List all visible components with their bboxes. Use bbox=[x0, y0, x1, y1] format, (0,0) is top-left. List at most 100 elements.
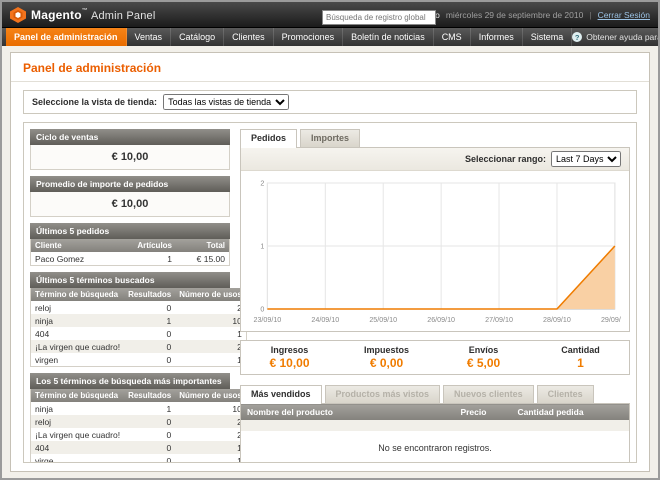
svg-text:26/09/10: 26/09/10 bbox=[427, 317, 455, 324]
nav-item[interactable]: Informes bbox=[471, 28, 523, 46]
table-row: reloj02 bbox=[31, 301, 247, 314]
average-orders-title: Promedio de importe de pedidos bbox=[30, 176, 230, 192]
chart-tabs: PedidosImportes bbox=[240, 129, 630, 147]
nav-item[interactable]: CMS bbox=[434, 28, 471, 46]
products-table: Nombre del productoPrecioCantidad pedida… bbox=[240, 403, 630, 463]
nav-items: Panel de administraciónVentasCatálogoCli… bbox=[6, 28, 572, 46]
grid-tabs: Más vendidosProductos más vistosNuevos c… bbox=[240, 385, 630, 403]
table-row: ¡La virgen que cuadro!02 bbox=[31, 340, 247, 353]
column-header: Precio bbox=[454, 404, 511, 421]
global-search-input[interactable] bbox=[322, 10, 436, 25]
stat-value: 1 bbox=[532, 356, 629, 370]
total-stat: Ingresos€ 10,00 bbox=[241, 345, 338, 370]
stat-label: Envíos bbox=[435, 345, 532, 355]
table-row: reloj02 bbox=[31, 415, 247, 428]
table-row: ¡La virgen que cuadro!02 bbox=[31, 428, 247, 441]
store-switcher: Seleccione la vista de tienda: Todas las… bbox=[23, 90, 637, 114]
header-bar: Magento™Admin Panel Accedió como aparo m… bbox=[2, 2, 658, 28]
stat-label: Impuestos bbox=[338, 345, 435, 355]
table-row: virge01 bbox=[31, 454, 247, 463]
svg-text:29/09/10: 29/09/10 bbox=[601, 317, 621, 324]
table-row: Paco Gomez1€ 15.00 bbox=[31, 252, 230, 266]
tab[interactable]: Pedidos bbox=[240, 129, 297, 148]
range-selector-row: Seleccionar rango: Last 7 Days bbox=[241, 148, 629, 171]
divider bbox=[11, 81, 649, 82]
store-view-select[interactable]: Todas las vistas de tienda bbox=[163, 94, 289, 110]
table-row: ninja110 bbox=[31, 314, 247, 327]
lifetime-sales-box: Ciclo de ventas € 10,00 bbox=[30, 129, 230, 170]
column-header: Nombre del producto bbox=[241, 404, 455, 421]
svg-text:23/09/10: 23/09/10 bbox=[253, 317, 281, 324]
stat-value: € 10,00 bbox=[241, 356, 338, 370]
total-stat: Impuestos€ 0,00 bbox=[338, 345, 435, 370]
column-header: Artículos bbox=[114, 239, 176, 252]
chart-panel: Seleccionar rango: Last 7 Days 01223/09/… bbox=[240, 147, 630, 332]
help-link[interactable]: ? Obtener ayuda para esta página bbox=[572, 28, 660, 46]
last-orders-title: Últimos 5 pedidos bbox=[30, 223, 230, 239]
column-header: Resultados bbox=[124, 389, 175, 402]
column-header: Término de búsqueda bbox=[31, 288, 125, 301]
total-stat: Envíos€ 5,00 bbox=[435, 345, 532, 370]
nav-item[interactable]: Catálogo bbox=[171, 28, 224, 46]
totals-bar: Ingresos€ 10,00Impuestos€ 0,00Envíos€ 5,… bbox=[240, 340, 630, 375]
magento-logo[interactable]: Magento™Admin Panel bbox=[10, 7, 156, 23]
column-header: Resultados bbox=[124, 288, 175, 301]
orders-chart: 01223/09/1024/09/1025/09/1026/09/1027/09… bbox=[249, 177, 621, 327]
column-header: Número de usos bbox=[175, 389, 246, 402]
logo-subtitle: Admin Panel bbox=[91, 10, 156, 22]
tab[interactable]: Productos más vistos bbox=[325, 385, 441, 403]
help-label: Obtener ayuda para esta página bbox=[586, 32, 660, 42]
dashboard-right-column: PedidosImportes Seleccionar rango: Last … bbox=[240, 129, 630, 456]
last-orders-box: Últimos 5 pedidos ClienteArtículosTotalP… bbox=[30, 223, 230, 266]
tab[interactable]: Importes bbox=[300, 129, 360, 147]
nav-item[interactable]: Panel de administración bbox=[6, 28, 127, 46]
column-header: Total bbox=[176, 239, 230, 252]
stat-value: € 0,00 bbox=[338, 356, 435, 370]
tab[interactable]: Más vendidos bbox=[240, 385, 322, 404]
empty-message: No se encontraron registros. bbox=[241, 431, 630, 463]
tab[interactable]: Nuevos clientes bbox=[443, 385, 534, 403]
top-search-terms-table: Término de búsquedaResultadosNúmero de u… bbox=[30, 389, 247, 463]
last-search-terms-table: Término de búsquedaResultadosNúmero de u… bbox=[30, 288, 247, 367]
last-search-terms-title: Últimos 5 términos buscados bbox=[30, 272, 230, 288]
page-body: Panel de administración Seleccione la vi… bbox=[2, 46, 658, 478]
dashboard-left-column: Ciclo de ventas € 10,00 Promedio de impo… bbox=[30, 129, 230, 456]
products-grid: Nombre del productoPrecioCantidad pedida… bbox=[240, 403, 630, 463]
dashboard: Ciclo de ventas € 10,00 Promedio de impo… bbox=[23, 122, 637, 463]
chart-area: 01223/09/1024/09/1025/09/1026/09/1027/09… bbox=[241, 171, 629, 331]
help-icon: ? bbox=[572, 32, 582, 42]
separator: | bbox=[589, 10, 591, 20]
range-label: Seleccionar rango: bbox=[465, 154, 546, 164]
top-search-terms-box: Los 5 términos de búsqueda más important… bbox=[30, 373, 230, 463]
top-search-terms-title: Los 5 términos de búsqueda más important… bbox=[30, 373, 230, 389]
nav-item[interactable]: Clientes bbox=[224, 28, 274, 46]
magento-logo-icon bbox=[10, 7, 26, 23]
admin-window: Magento™Admin Panel Accedió como aparo m… bbox=[0, 0, 660, 480]
column-header: Número de usos bbox=[175, 288, 246, 301]
content-panel: Panel de administración Seleccione la vi… bbox=[10, 52, 650, 472]
last-search-terms-box: Últimos 5 términos buscados Término de b… bbox=[30, 272, 230, 367]
column-header: Cliente bbox=[31, 239, 115, 252]
table-row: virgen01 bbox=[31, 353, 247, 367]
nav-item[interactable]: Ventas bbox=[127, 28, 172, 46]
nav-item[interactable]: Boletín de noticias bbox=[343, 28, 434, 46]
table-row: 40401 bbox=[31, 441, 247, 454]
logo-text: Magento™Admin Panel bbox=[31, 8, 156, 22]
global-search bbox=[322, 7, 436, 25]
svg-text:25/09/10: 25/09/10 bbox=[369, 317, 397, 324]
nav-item[interactable]: Sistema bbox=[523, 28, 573, 46]
nav-item[interactable]: Promociones bbox=[274, 28, 344, 46]
tab[interactable]: Clientes bbox=[537, 385, 594, 403]
page-title: Panel de administración bbox=[23, 61, 637, 75]
store-view-label: Seleccione la vista de tienda: bbox=[32, 97, 157, 107]
stat-label: Ingresos bbox=[241, 345, 338, 355]
range-select[interactable]: Last 7 Days bbox=[551, 151, 621, 167]
main-nav: Panel de administraciónVentasCatálogoCli… bbox=[2, 28, 658, 46]
trademark-mark: ™ bbox=[82, 8, 88, 14]
logout-link[interactable]: Cerrar Sesión bbox=[598, 10, 650, 20]
last-orders-table: ClienteArtículosTotalPaco Gomez1€ 15.00 bbox=[30, 239, 230, 266]
svg-text:0: 0 bbox=[260, 307, 264, 314]
empty-message-row: No se encontraron registros. bbox=[241, 431, 630, 463]
table-row: ninja110 bbox=[31, 402, 247, 415]
svg-text:1: 1 bbox=[260, 244, 264, 251]
